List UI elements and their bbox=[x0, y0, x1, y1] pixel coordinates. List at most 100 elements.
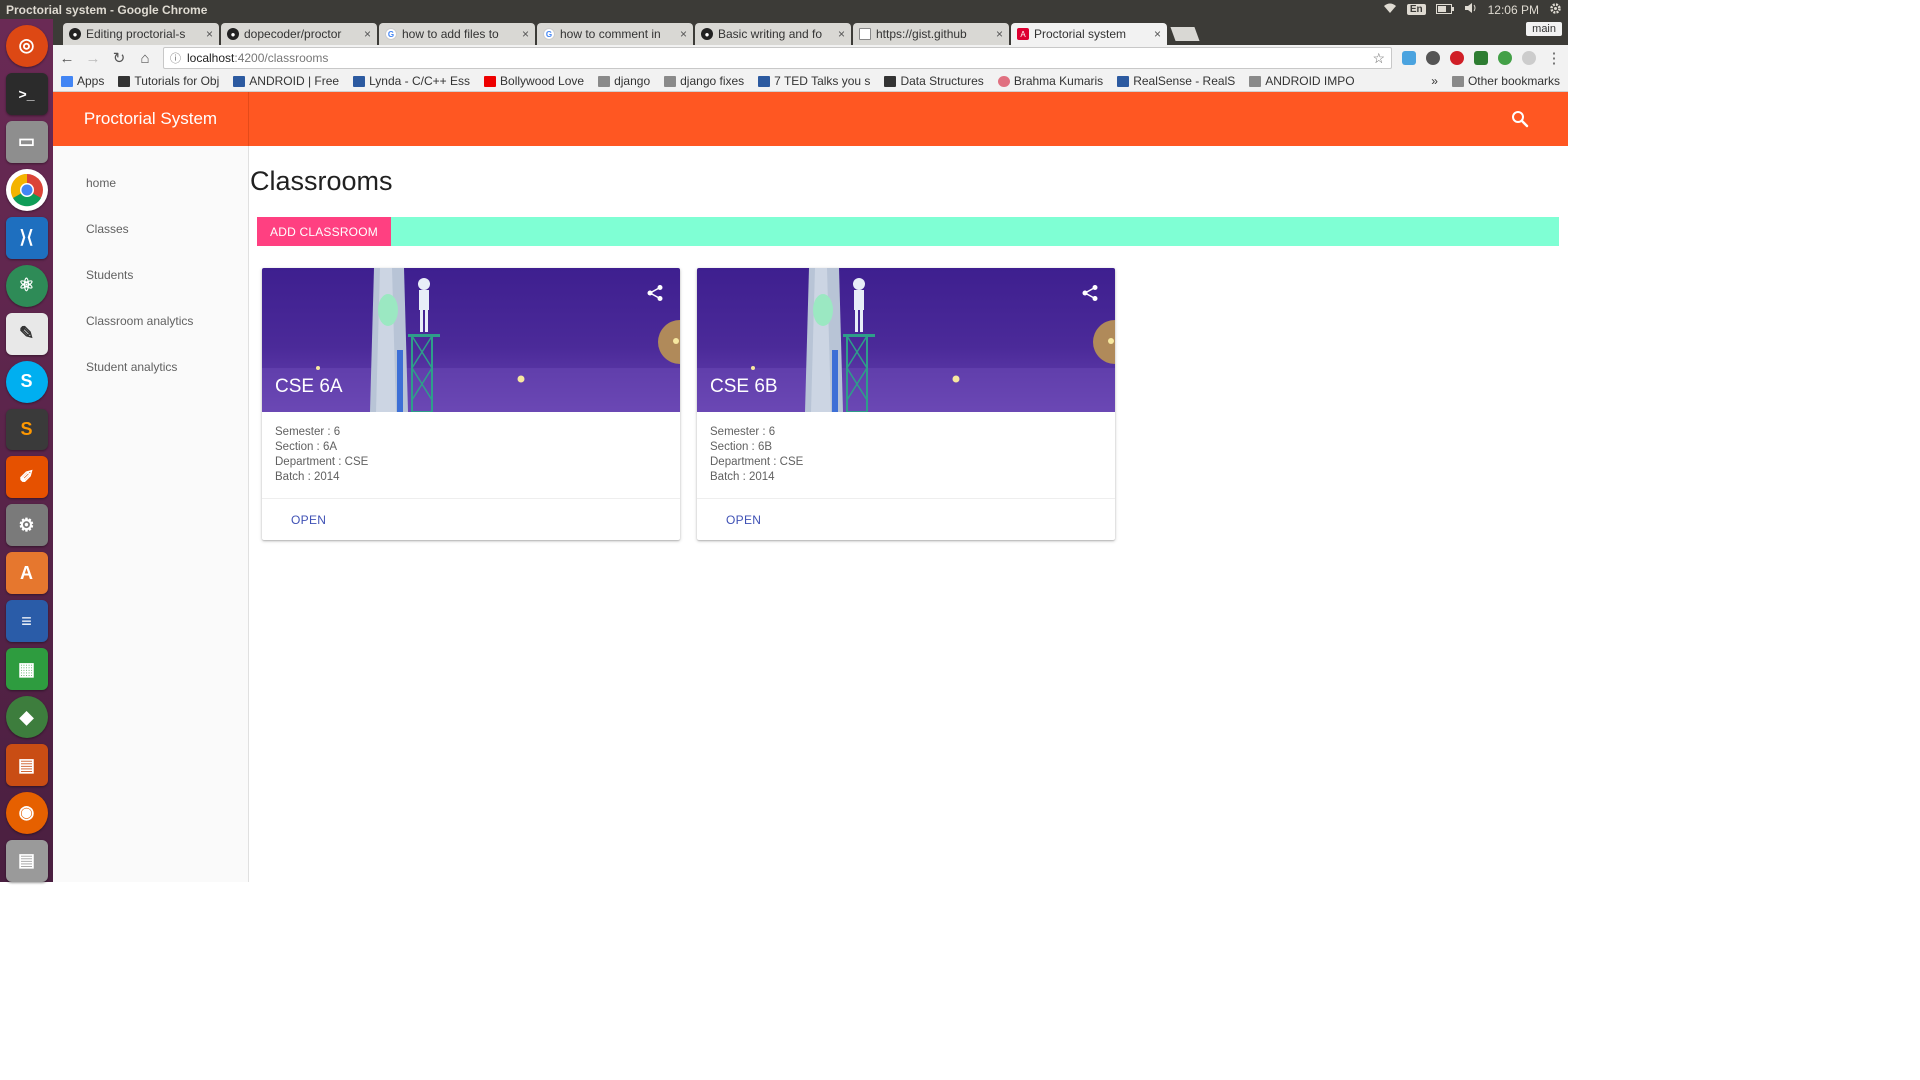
ubuntu-dash-icon[interactable]: ◎ bbox=[5, 25, 48, 67]
google-icon: G bbox=[385, 28, 397, 40]
window-title: Proctorial system - Google Chrome bbox=[6, 2, 208, 17]
tab-how-to-comment[interactable]: G how to comment in × bbox=[537, 23, 693, 45]
tab-proctorial-system[interactable]: A Proctorial system × bbox=[1011, 23, 1167, 45]
tab-how-to-add-files[interactable]: G how to add files to × bbox=[379, 23, 535, 45]
skype-icon[interactable]: S bbox=[5, 360, 48, 403]
tab-gist[interactable]: https://gist.github × bbox=[853, 23, 1009, 45]
address-bar[interactable]: ⓘ localhost :4200/classrooms ☆ bbox=[163, 47, 1392, 69]
search-icon[interactable] bbox=[1510, 109, 1530, 129]
sidebar-item-student-analytics[interactable]: Student analytics bbox=[53, 344, 248, 390]
keyboard-language-indicator[interactable]: En bbox=[1406, 4, 1426, 15]
sidebar-nav: home Classes Students Classroom analytic… bbox=[53, 146, 249, 882]
home-icon[interactable]: ⌂ bbox=[137, 50, 153, 67]
bookmark-item[interactable]: Tutorials for Obj bbox=[118, 74, 219, 88]
share-icon[interactable] bbox=[1081, 284, 1099, 302]
bookmark-item[interactable]: Lynda - C/C++ Ess bbox=[353, 74, 470, 88]
document-icon bbox=[859, 28, 871, 40]
add-classroom-button[interactable]: ADD CLASSROOM bbox=[257, 217, 391, 246]
extension-icon[interactable] bbox=[1402, 51, 1416, 65]
card-header-image: CSE 6A bbox=[262, 268, 680, 412]
bookmark-label: Tutorials for Obj bbox=[134, 74, 220, 88]
android-studio-icon[interactable]: ◆ bbox=[5, 696, 48, 739]
info-icon[interactable]: ⓘ bbox=[170, 50, 181, 66]
profile-button[interactable]: main bbox=[1526, 22, 1562, 36]
app-brand[interactable]: Proctorial System bbox=[53, 92, 249, 146]
calc-icon[interactable]: ▦ bbox=[5, 648, 48, 691]
reload-icon[interactable]: ↻ bbox=[111, 49, 127, 67]
chrome-icon[interactable] bbox=[5, 168, 48, 211]
chevron-overflow-icon[interactable]: » bbox=[1431, 74, 1438, 88]
bookmark-folder[interactable]: django fixes bbox=[664, 74, 744, 88]
impress-icon[interactable]: ▤ bbox=[5, 744, 48, 786]
bookmark-star-icon[interactable]: ☆ bbox=[1372, 50, 1385, 67]
close-tab-icon[interactable]: × bbox=[838, 27, 845, 41]
battery-icon[interactable] bbox=[1435, 3, 1454, 17]
firefox-icon[interactable]: ◉ bbox=[5, 792, 48, 834]
bookmark-apps[interactable]: Apps bbox=[61, 74, 104, 88]
intel-icon bbox=[1117, 75, 1130, 87]
tab-basic-writing[interactable]: ● Basic writing and fo × bbox=[695, 23, 851, 45]
files-icon[interactable]: ▭ bbox=[5, 120, 48, 163]
new-tab-button[interactable] bbox=[1170, 27, 1200, 41]
bookmark-folder[interactable]: ANDROID IMPO bbox=[1249, 74, 1355, 88]
tab-title: https://gist.github bbox=[876, 27, 967, 41]
evernote-extension-icon[interactable] bbox=[1474, 51, 1488, 65]
workspace-switcher-icon[interactable]: ▤ bbox=[5, 839, 48, 882]
atom-icon[interactable]: ⚛ bbox=[5, 264, 48, 307]
other-bookmarks-folder[interactable]: Other bookmarks bbox=[1451, 74, 1560, 88]
draw-app-icon[interactable]: ✐ bbox=[5, 456, 48, 499]
bookmark-folder[interactable]: django bbox=[598, 74, 650, 88]
bookmark-item[interactable]: RealSense - RealS bbox=[1117, 74, 1235, 88]
github-icon: ● bbox=[701, 28, 713, 40]
settings-gear-icon[interactable] bbox=[1549, 2, 1562, 18]
vscode-icon[interactable]: ⟩⟨ bbox=[5, 216, 48, 259]
close-tab-icon[interactable]: × bbox=[1154, 27, 1161, 41]
sidebar-item-classroom-analytics[interactable]: Classroom analytics bbox=[53, 298, 248, 344]
bookmark-item[interactable]: ANDROID | Free bbox=[233, 74, 339, 88]
tab-editing-proctorial[interactable]: ● Editing proctorial-s × bbox=[63, 23, 219, 45]
volume-icon[interactable] bbox=[1464, 2, 1478, 17]
extension-puzzle-icon[interactable] bbox=[1426, 51, 1440, 65]
terminal-icon[interactable]: >_ bbox=[5, 72, 48, 115]
sublime-text-icon[interactable]: S bbox=[5, 408, 48, 451]
sidebar-item-classes[interactable]: Classes bbox=[53, 206, 248, 252]
software-center-icon[interactable]: A bbox=[5, 552, 48, 595]
system-settings-icon[interactable]: ⚙ bbox=[5, 504, 48, 547]
close-tab-icon[interactable]: × bbox=[206, 27, 213, 41]
bookmark-label: Apps bbox=[77, 74, 105, 88]
section-text: Section : 6B bbox=[710, 441, 773, 453]
angular-icon: A bbox=[1017, 28, 1029, 40]
extension-disabled-icon[interactable] bbox=[1522, 51, 1536, 65]
open-classroom-button[interactable]: OPEN bbox=[726, 513, 761, 527]
close-tab-icon[interactable]: × bbox=[996, 27, 1003, 41]
tab-dopecoder-repo[interactable]: ● dopecoder/proctor × bbox=[221, 23, 377, 45]
clock[interactable]: 12:06 PM bbox=[1488, 3, 1539, 17]
open-classroom-button[interactable]: OPEN bbox=[291, 513, 326, 527]
site-icon bbox=[758, 75, 771, 87]
close-tab-icon[interactable]: × bbox=[522, 27, 529, 41]
text-editor-icon[interactable]: ✎ bbox=[5, 312, 48, 355]
back-arrow-icon[interactable]: ← bbox=[59, 50, 75, 67]
close-tab-icon[interactable]: × bbox=[680, 27, 687, 41]
close-tab-icon[interactable]: × bbox=[364, 27, 371, 41]
sidebar-item-students[interactable]: Students bbox=[53, 252, 248, 298]
bookmark-item[interactable]: 7 TED Talks you s bbox=[758, 74, 870, 88]
grammarly-extension-icon[interactable] bbox=[1498, 51, 1512, 65]
opera-extension-icon[interactable] bbox=[1450, 51, 1464, 65]
menu-kebab-icon[interactable]: ⋮ bbox=[1546, 49, 1562, 67]
bookmark-label: Bollywood Love bbox=[500, 74, 585, 88]
bookmark-item[interactable]: Bollywood Love bbox=[484, 74, 584, 88]
url-path: :4200/classrooms bbox=[234, 51, 329, 65]
writer-icon[interactable]: ≡ bbox=[5, 600, 48, 643]
app-toolbar: Proctorial System bbox=[53, 92, 1568, 146]
page-title: Classrooms bbox=[250, 166, 393, 196]
bookmark-item[interactable]: Brahma Kumaris bbox=[997, 74, 1103, 88]
browser-toolbar: ← → ↻ ⌂ ⓘ localhost :4200/classrooms ☆ ⋮ bbox=[53, 45, 1568, 71]
sidebar-item-home[interactable]: home bbox=[53, 160, 248, 206]
classroom-card: CSE 6B Semester : 6 Section : 6B Departm… bbox=[697, 268, 1115, 540]
share-icon[interactable] bbox=[646, 284, 664, 302]
wifi-icon[interactable] bbox=[1383, 2, 1397, 17]
github-icon: ● bbox=[227, 28, 239, 40]
bookmark-item[interactable]: Data Structures bbox=[884, 74, 984, 88]
forward-arrow-icon[interactable]: → bbox=[85, 50, 101, 67]
